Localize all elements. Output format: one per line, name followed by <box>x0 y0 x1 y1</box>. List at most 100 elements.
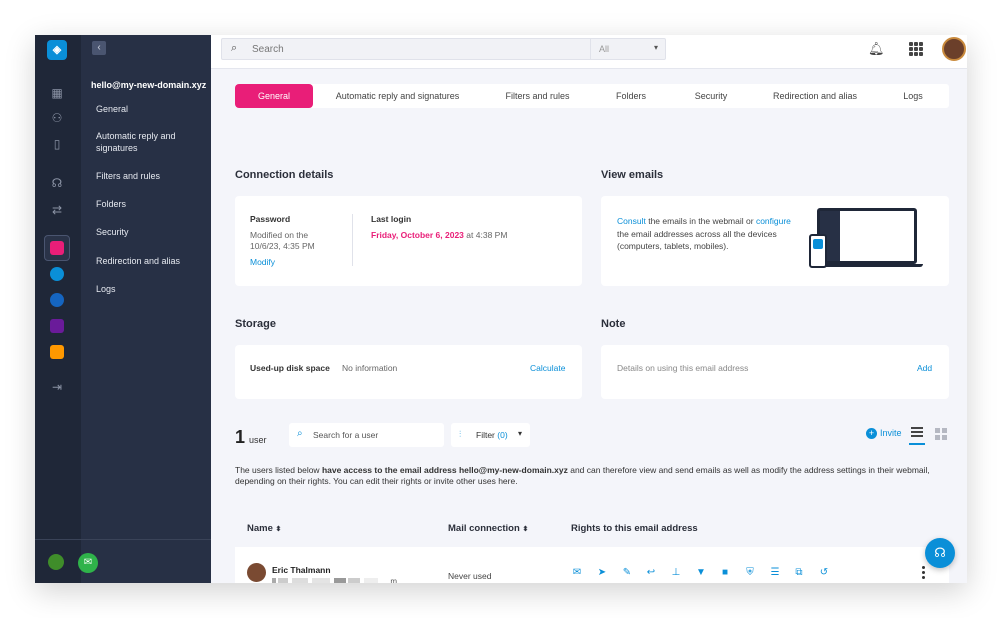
kdrive-app-icon[interactable] <box>50 267 64 281</box>
sidebar-item-folders[interactable]: Folders <box>96 198 206 210</box>
kmeet-app-icon[interactable] <box>50 319 64 333</box>
connection-title: Connection details <box>235 169 334 181</box>
kmail-app-icon[interactable] <box>50 241 64 255</box>
app-window: ◈ ▦ ⚇ ▯ ☊ ⇄ ⇥ ‹ hello@my-new-domain.xyz … <box>35 35 967 583</box>
column-rights: Rights to this email address <box>571 523 698 534</box>
storage-title: Storage <box>235 318 276 330</box>
tab-folders[interactable]: Folders <box>600 84 662 108</box>
shield-icon[interactable]: ⛨ <box>744 567 756 579</box>
app-rail: ◈ ▦ ⚇ ▯ ☊ ⇄ ⇥ <box>35 35 81 583</box>
consult-link[interactable]: Consult <box>617 216 646 226</box>
user-avatar[interactable] <box>942 37 966 61</box>
user-row-email-end: m <box>390 577 397 583</box>
search-input[interactable]: Search <box>252 44 284 55</box>
add-note-link[interactable]: Add <box>917 363 932 373</box>
sidebar-footer: ✉ <box>78 539 211 583</box>
user-search-field[interactable]: ⌕ Search for a user <box>289 423 444 447</box>
sidebar-item-general[interactable]: General <box>96 103 206 115</box>
list-view-indicator <box>909 443 925 445</box>
user-row-email-redacted: m <box>272 577 397 583</box>
storage-card: Used-up disk space No information Calcul… <box>235 345 582 399</box>
password-label: Password <box>250 214 291 224</box>
folder-icon[interactable]: ■ <box>719 567 731 579</box>
global-search[interactable]: ⌕ Search All ▾ <box>221 38 666 60</box>
contacts-icon[interactable]: ⚇ <box>48 109 66 127</box>
sidebar-item-filters[interactable]: Filters and rules <box>96 170 206 182</box>
divider <box>352 214 353 266</box>
alias-icon[interactable]: ⧉ <box>793 567 805 579</box>
top-bar: ⌕ Search All ▾ 🔔︎ <box>211 35 967 69</box>
invite-button[interactable]: + Invite <box>866 428 902 439</box>
apps-grid-icon[interactable] <box>909 42 923 56</box>
chat-bubble-icon[interactable]: ✉ <box>78 553 98 573</box>
sort-icon: ⬍ <box>275 526 282 533</box>
search-icon: ⌕ <box>231 42 238 54</box>
collapse-sidebar-button[interactable]: ‹ <box>92 41 106 55</box>
calculator-icon[interactable]: ▦ <box>48 84 66 102</box>
note-title: Note <box>601 318 626 330</box>
filter-icon[interactable]: ▼ <box>695 567 707 579</box>
sidebar-item-security[interactable]: Security <box>96 226 206 238</box>
shuffle-icon[interactable]: ⇄ <box>48 201 66 219</box>
grid-view-icon[interactable] <box>935 428 947 440</box>
tab-general[interactable]: General <box>235 84 313 108</box>
column-connection[interactable]: Mail connection ⬍ <box>448 523 528 534</box>
sidebar-item-redirection[interactable]: Redirection and alias <box>96 255 206 267</box>
modify-password-link[interactable]: Modify <box>250 257 275 267</box>
table-header: Name ⬍ Mail connection ⬍ Rights to this … <box>235 511 949 547</box>
document-icon[interactable]: ▯ <box>48 135 66 153</box>
signature-icon[interactable]: ✎ <box>621 567 633 579</box>
read-mail-icon[interactable]: ✉ <box>571 567 583 579</box>
headset-icon[interactable]: ☊ <box>48 174 66 192</box>
sidebar-item-automatic-reply[interactable]: Automatic reply and signatures <box>96 130 206 154</box>
logout-icon[interactable]: ⇥ <box>48 378 66 396</box>
password-modified: Modified on the 10/6/23, 4:35 PM <box>250 230 315 251</box>
send-mail-icon[interactable]: ➤ <box>596 567 608 579</box>
user-row-name: Eric Thalmann <box>272 565 331 575</box>
column-name-label: Name <box>247 523 273 534</box>
sidebar-item-logs[interactable]: Logs <box>96 283 206 295</box>
tab-logs[interactable]: Logs <box>895 84 931 108</box>
desc-bold: have access to the email address hello@m… <box>321 465 568 475</box>
configure-link[interactable]: configure <box>756 216 791 226</box>
tab-automatic-reply[interactable]: Automatic reply and signatures <box>325 84 470 108</box>
filter-button[interactable]: ⫶ Filter (0) ▾ <box>451 423 530 447</box>
search-scope-select[interactable]: All ▾ <box>590 39 665 59</box>
bell-icon[interactable]: 🔔︎ <box>868 41 885 57</box>
list-icon[interactable]: ☰ <box>769 567 781 579</box>
desc-pre: The users listed below <box>235 465 322 475</box>
swisstransfer-app-icon[interactable] <box>50 345 64 359</box>
users-table: Name ⬍ Mail connection ⬍ Rights to this … <box>235 511 949 583</box>
disk-space-value: No information <box>342 363 398 373</box>
table-row[interactable]: Eric Thalmann m Never used ✉ ➤ ✎ ↩ ⊥ ▼ ■… <box>235 547 949 583</box>
help-headset-button[interactable]: ☊ <box>925 538 955 568</box>
view-emails-text-2: the email addresses across all the devic… <box>617 228 777 252</box>
account-email: hello@my-new-domain.xyz <box>91 80 207 90</box>
user-search-input[interactable]: Search for a user <box>313 430 378 440</box>
tab-security[interactable]: Security <box>680 84 742 108</box>
hierarchy-icon[interactable]: ⊥ <box>670 567 682 579</box>
kchat-app-icon[interactable] <box>50 293 64 307</box>
organisation-avatar[interactable] <box>48 554 64 570</box>
rail-footer <box>35 539 81 583</box>
settings-sidebar: ‹ hello@my-new-domain.xyz General Automa… <box>78 35 211 583</box>
tab-filters[interactable]: Filters and rules <box>495 84 580 108</box>
auto-reply-icon[interactable]: ↩ <box>645 567 657 579</box>
row-more-icon[interactable] <box>922 566 925 581</box>
view-emails-text: Consult the emails in the webmail or con… <box>617 215 795 253</box>
column-connection-label: Mail connection <box>448 523 520 534</box>
column-name[interactable]: Name ⬍ <box>247 523 281 534</box>
history-icon[interactable]: ↺ <box>818 567 830 579</box>
view-emails-text-1: the emails in the webmail or <box>648 216 754 226</box>
connection-card: Password Modified on the 10/6/23, 4:35 P… <box>235 196 582 286</box>
chevron-down-icon: ▾ <box>517 429 522 438</box>
list-view-icon[interactable] <box>911 427 923 438</box>
sliders-icon: ⫶ <box>459 429 462 439</box>
user-row-avatar <box>247 563 266 582</box>
last-login-date: Friday, October 6, 2023 <box>371 230 464 240</box>
calculate-link[interactable]: Calculate <box>530 363 565 373</box>
tab-redirection[interactable]: Redirection and alias <box>765 84 865 108</box>
kmail-logo-icon[interactable]: ◈ <box>47 40 67 60</box>
last-login-value: Friday, October 6, 2023 at 4:38 PM <box>371 230 507 240</box>
view-emails-title: View emails <box>601 169 664 181</box>
